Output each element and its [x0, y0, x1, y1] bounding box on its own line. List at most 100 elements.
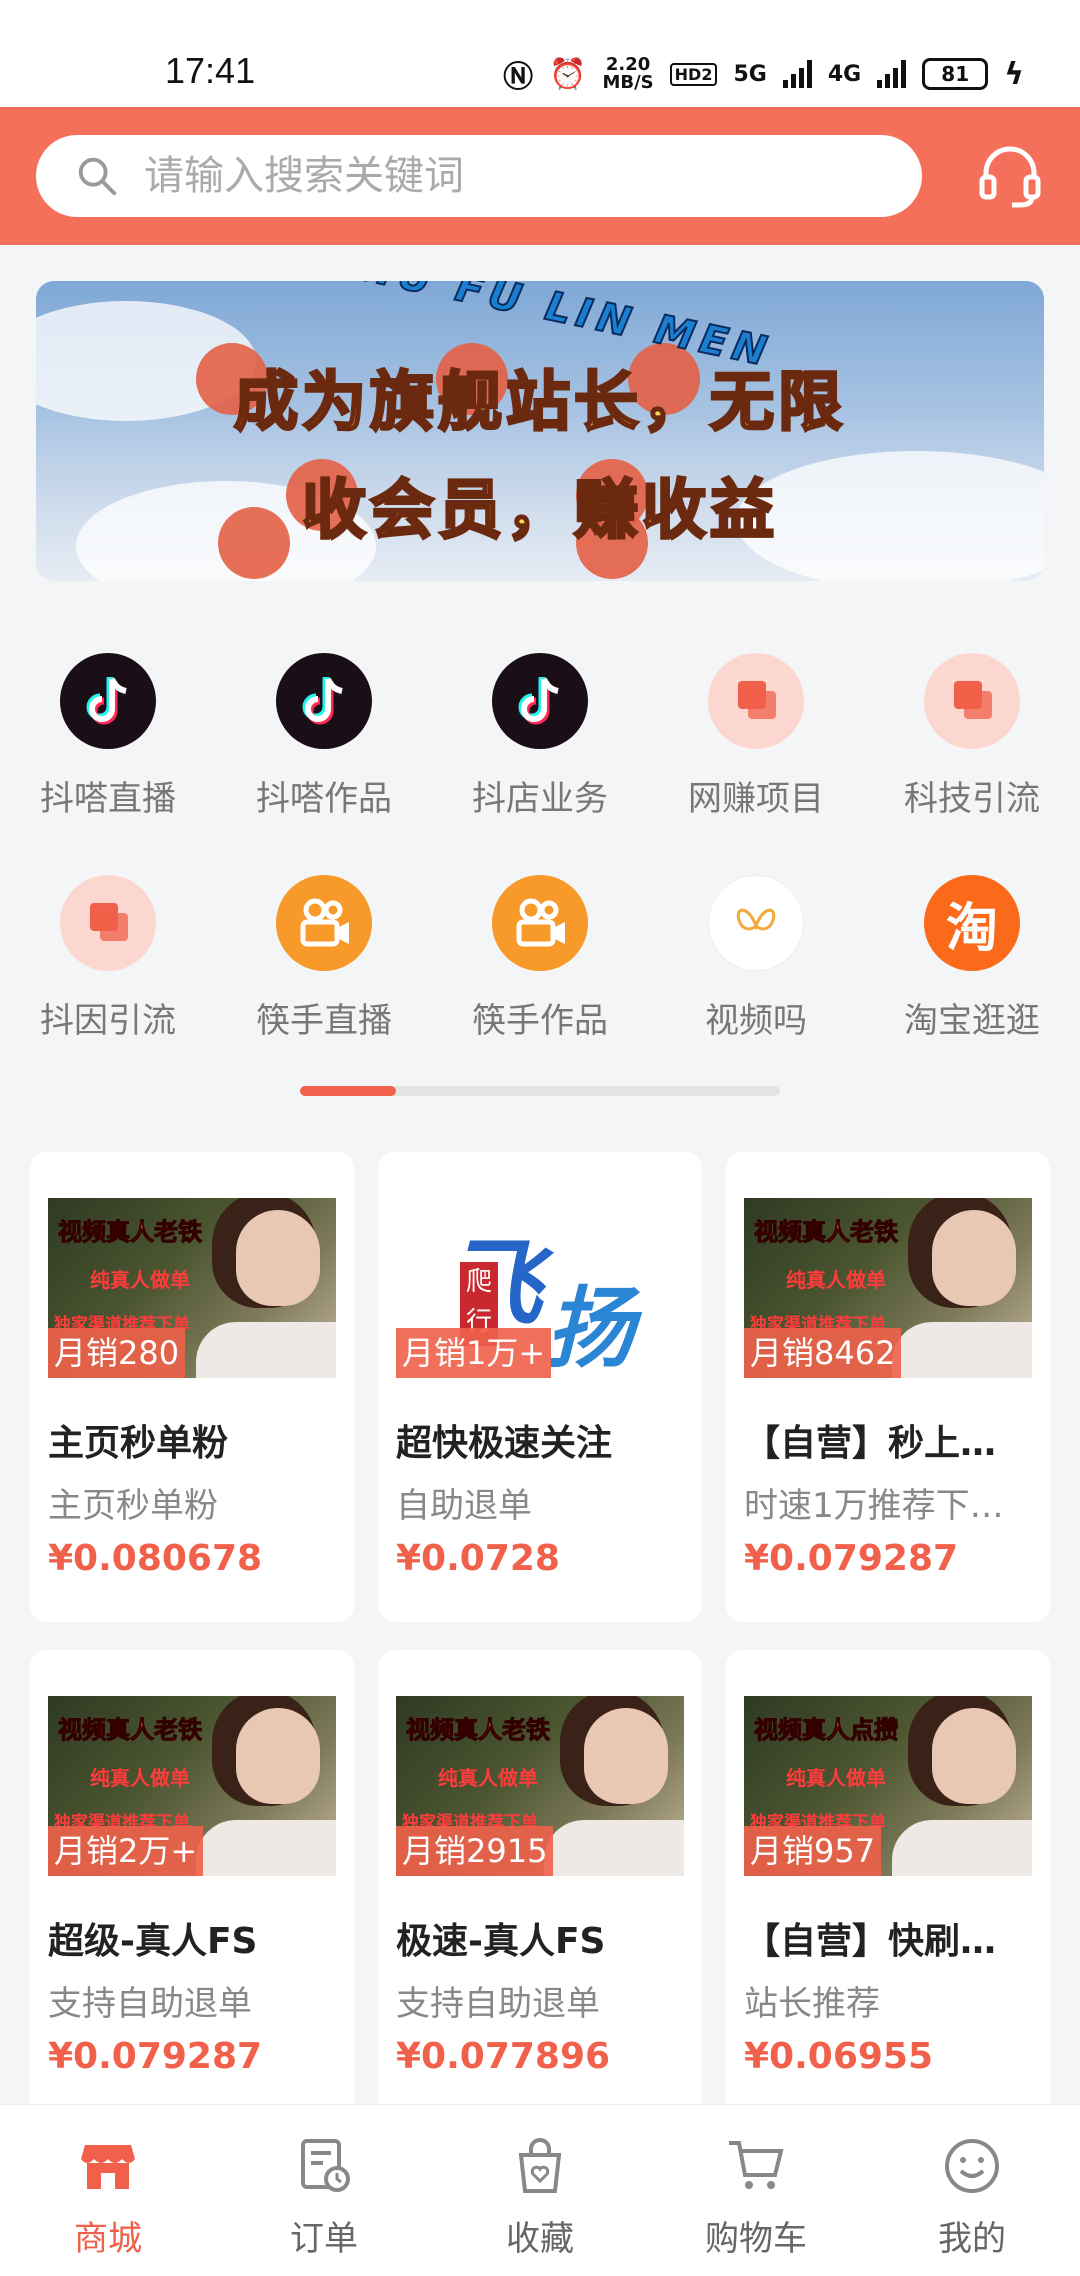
product-price: ¥0.0728: [396, 1538, 560, 1579]
category-item[interactable]: 科技引流: [864, 653, 1080, 820]
signal-1-icon: [782, 60, 812, 88]
category-item[interactable]: 抖嗒直播: [0, 653, 216, 820]
product-card[interactable]: 视频真人老铁 纯真人做单 独家渠道推荐下单 月销8462 【自营】秒上… 时速1…: [726, 1152, 1050, 1622]
product-card[interactable]: 视频真人老铁 纯真人做单 独家渠道推荐下单 月销2915 极速-真人FS 支持自…: [378, 1650, 702, 2120]
status-bar: 17:41 Ⓝ ⏰ 2.20 MB/S HD2 5G 4G 81 ϟ: [0, 0, 1080, 107]
product-card[interactable]: 视频真人老铁 纯真人做单 独家渠道推荐下单 月销2万+ 超级-真人FS 支持自助…: [30, 1650, 354, 2120]
sim2-label: 4G: [827, 61, 862, 87]
tab-profile[interactable]: 我的: [864, 2135, 1080, 2260]
category-label: 筷手直播: [256, 1001, 392, 1041]
category-label: 抖店业务: [472, 779, 608, 819]
tab-label: 订单: [290, 2219, 358, 2259]
category-label: 视频吗: [705, 1001, 807, 1041]
product-title: 主页秒单粉: [48, 1423, 229, 1464]
square-icon: [924, 653, 1020, 749]
tiktok-icon: [276, 653, 372, 749]
category-item[interactable]: 筷手作品: [432, 875, 648, 1042]
thumb-text: 视频真人老铁: [58, 1716, 203, 1745]
battery-level: 81: [941, 62, 970, 86]
headset-icon[interactable]: [976, 141, 1044, 209]
status-time: 17:41: [165, 50, 256, 91]
status-icons: Ⓝ ⏰ 2.20 MB/S HD2 5G 4G 81 ϟ: [503, 52, 1024, 96]
thumb-text: 视频真人点攒: [754, 1716, 899, 1745]
category-item[interactable]: 抖店业务: [432, 653, 648, 820]
kuaishou-icon: [492, 875, 588, 971]
product-title: 【自营】快刷…: [744, 1921, 997, 1962]
sales-badge: 月销957: [744, 1826, 882, 1876]
tab-favorites[interactable]: 收藏: [432, 2135, 648, 2260]
sales-badge: 月销2915: [396, 1826, 554, 1876]
battery-icon: 81: [922, 58, 989, 90]
product-subtitle: 时速1万推荐下…: [744, 1486, 1004, 1526]
sales-badge: 月销2万+: [48, 1826, 204, 1876]
tab-label: 收藏: [506, 2219, 574, 2259]
tiktok-icon: [492, 653, 588, 749]
product-card[interactable]: 飞 扬 爬行 月销1万+ 超快极速关注 自助退单 ¥0.0728: [378, 1152, 702, 1622]
promo-banner[interactable]: HU FU LIN MEN 成为旗舰站长，无限 收会员，赚收益: [36, 281, 1044, 581]
thumb-text: 纯真人做单: [438, 1766, 538, 1790]
category-label: 抖嗒直播: [40, 779, 176, 819]
product-price: ¥0.06955: [744, 2036, 934, 2077]
banner-headline-2: 收会员，赚收益: [301, 473, 778, 550]
category-item[interactable]: 筷手直播: [216, 875, 432, 1042]
net-speed: 2.20 MB/S: [602, 56, 653, 92]
bottom-tab-bar: 商城 订单 收藏 购物车 我的: [0, 2104, 1080, 2276]
product-subtitle: 自助退单: [396, 1486, 532, 1526]
search-bar[interactable]: [36, 135, 922, 217]
tab-cart[interactable]: 购物车: [648, 2135, 864, 2260]
category-item[interactable]: 网赚项目: [648, 653, 864, 820]
search-icon: [78, 157, 117, 196]
sales-badge: 月销280: [48, 1328, 186, 1378]
taobao-icon: 淘: [924, 875, 1020, 971]
search-input[interactable]: [144, 153, 844, 199]
tab-label: 我的: [938, 2219, 1006, 2259]
category-item[interactable]: 淘 淘宝逛逛: [864, 875, 1080, 1042]
product-subtitle: 主页秒单粉: [48, 1486, 218, 1526]
category-label: 筷手作品: [472, 1001, 608, 1041]
net-speed-unit: MB/S: [602, 72, 654, 93]
category-item[interactable]: 抖嗒作品: [216, 653, 432, 820]
favorite-bag-icon: [518, 2138, 562, 2193]
kuaishou-icon: [276, 875, 372, 971]
product-card[interactable]: 视频真人老铁 纯真人做单 独家渠道推荐下单 月销280 主页秒单粉 主页秒单粉 …: [30, 1152, 354, 1622]
thumb-text: 视频真人老铁: [754, 1218, 899, 1247]
alarm-icon: ⏰: [549, 56, 587, 92]
product-title: 【自营】秒上…: [744, 1423, 997, 1464]
nfc-icon: Ⓝ: [503, 60, 534, 95]
thumb-text: 纯真人做单: [90, 1766, 190, 1790]
thumb-text: 视频真人老铁: [406, 1716, 551, 1745]
banner-headline-1: 成为旗舰站长，无限: [233, 365, 846, 442]
product-price: ¥0.079287: [48, 2036, 263, 2077]
cart-icon: [729, 2141, 784, 2189]
product-title: 超快极速关注: [396, 1423, 613, 1464]
product-title: 超级-真人FS: [48, 1921, 258, 1962]
category-label: 科技引流: [904, 779, 1040, 819]
product-title: 极速-真人FS: [396, 1921, 606, 1962]
category-label: 淘宝逛逛: [904, 1001, 1040, 1041]
product-price: ¥0.080678: [48, 1538, 263, 1579]
charging-icon: ϟ: [1004, 56, 1024, 92]
product-card[interactable]: 视频真人点攒 纯真人做单 独家渠道推荐下单 月销957 【自营】快刷… 站长推荐…: [726, 1650, 1050, 2120]
category-label: 抖嗒作品: [256, 779, 392, 819]
category-page-indicator-active: [300, 1086, 396, 1096]
butterfly-icon: [708, 875, 804, 971]
square-icon: [708, 653, 804, 749]
category-item[interactable]: 视频吗: [648, 875, 864, 1042]
thumb-text: 纯真人做单: [786, 1766, 886, 1790]
product-subtitle: 站长推荐: [744, 1984, 880, 2024]
category-item[interactable]: 抖因引流: [0, 875, 216, 1042]
product-subtitle: 支持自助退单: [48, 1984, 252, 2024]
thumb-text: 扬: [546, 1276, 635, 1378]
thumb-text: 纯真人做单: [786, 1268, 886, 1292]
category-label: 网赚项目: [688, 779, 824, 819]
tab-label: 购物车: [705, 2219, 807, 2259]
tab-shop[interactable]: 商城: [0, 2135, 216, 2260]
signal-2-icon: [877, 60, 907, 88]
tab-orders[interactable]: 订单: [216, 2135, 432, 2260]
shop-icon: [81, 2145, 135, 2189]
order-icon: [301, 2139, 350, 2192]
tab-label: 商城: [74, 2219, 142, 2259]
thumb-text: 视频真人老铁: [58, 1218, 203, 1247]
hd-badge: HD2: [669, 62, 718, 86]
tiktok-icon: [60, 653, 156, 749]
